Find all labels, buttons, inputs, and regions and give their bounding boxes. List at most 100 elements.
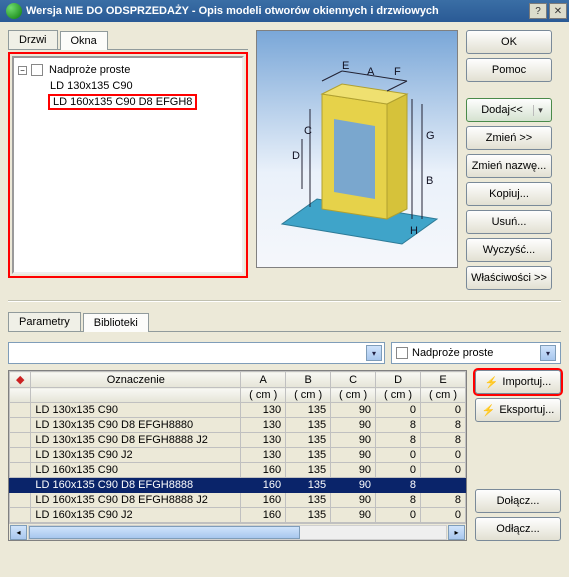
kopiuj-button[interactable]: Kopiuj... <box>466 182 552 206</box>
checkbox[interactable] <box>31 64 43 76</box>
cell-b: 135 <box>286 478 331 493</box>
filter-label: Nadproże proste <box>412 347 536 359</box>
lightning-icon: ⚡ <box>482 404 496 417</box>
grid-header-c[interactable]: C <box>331 372 376 388</box>
grid-header-oznaczenie[interactable]: Oznaczenie <box>31 372 241 388</box>
tab-parametry[interactable]: Parametry <box>8 312 81 331</box>
cell-oznaczenie: LD 160x135 C90 D8 EFGH8888 <box>31 478 241 493</box>
grid-units-row: ( cm ) ( cm ) ( cm ) ( cm ) ( cm ) <box>10 388 466 403</box>
cell-d: 8 <box>376 478 421 493</box>
cell-d: 0 <box>376 403 421 418</box>
svg-text:B: B <box>426 175 433 187</box>
cell-c: 90 <box>331 478 376 493</box>
scroll-right-icon[interactable]: ▸ <box>448 525 465 540</box>
cell-oznaczenie: LD 160x135 C90 D8 EFGH8888 J2 <box>31 493 241 508</box>
tab-drzwi[interactable]: Drzwi <box>8 30 58 49</box>
cell-b: 135 <box>286 508 331 523</box>
wlasciwosci-button[interactable]: Właściwości >> <box>466 266 552 290</box>
table-row[interactable]: LD 160x135 C901601359000 <box>10 463 466 478</box>
svg-text:A: A <box>367 66 375 78</box>
tree[interactable]: − Nadproże proste LD 130x135 C90 LD 160x… <box>12 56 244 274</box>
tree-item[interactable]: LD 130x135 C90 <box>18 78 238 94</box>
eksportuj-button[interactable]: ⚡ Eksportuj... <box>475 398 561 422</box>
cell-c: 90 <box>331 433 376 448</box>
cell-oznaczenie: LD 130x135 C90 J2 <box>31 448 241 463</box>
zmien-button[interactable]: Zmień >> <box>466 126 552 150</box>
chevron-down-icon[interactable]: ▾ <box>540 345 556 361</box>
cell-a: 160 <box>241 493 286 508</box>
table-row[interactable]: LD 130x135 C901301359000 <box>10 403 466 418</box>
checkbox[interactable] <box>396 347 408 359</box>
cell-e <box>421 478 466 493</box>
horizontal-scrollbar[interactable]: ◂ ▸ <box>9 523 466 540</box>
cell-e: 8 <box>421 418 466 433</box>
grid-header-d[interactable]: D <box>376 372 421 388</box>
chevron-down-icon[interactable]: ▾ <box>366 345 382 361</box>
zmien-nazwe-button[interactable]: Zmień nazwę... <box>466 154 552 178</box>
cell-b: 135 <box>286 463 331 478</box>
grid-header-b[interactable]: B <box>286 372 331 388</box>
lightning-icon: ⚡ <box>485 376 499 389</box>
close-button[interactable]: ✕ <box>549 3 567 19</box>
ok-button[interactable]: OK <box>466 30 552 54</box>
dodaj-label: Dodaj<< <box>471 104 533 116</box>
eksportuj-label: Eksportuj... <box>499 404 554 416</box>
dodaj-button[interactable]: Dodaj<< ▾ <box>466 98 552 122</box>
table-row[interactable]: LD 160x135 C90 J21601359000 <box>10 508 466 523</box>
table-row[interactable]: LD 130x135 C90 D8 EFGH88801301359088 <box>10 418 466 433</box>
chevron-down-icon[interactable]: ▾ <box>533 105 547 116</box>
cell-a: 130 <box>241 433 286 448</box>
app-icon <box>6 3 22 19</box>
side-button-column: ⚡ Importuj... ⚡ Eksportuj... Dołącz... O… <box>475 370 561 541</box>
grid-header-e[interactable]: E <box>421 372 466 388</box>
scroll-track[interactable] <box>28 525 447 540</box>
grid-header-a[interactable]: A <box>241 372 286 388</box>
svg-text:F: F <box>394 66 401 78</box>
cell-d: 8 <box>376 493 421 508</box>
bottom-tabs: Parametry Biblioteki <box>8 312 561 332</box>
help-button[interactable]: ? <box>529 3 547 19</box>
filter-dropdown[interactable]: Nadproże proste ▾ <box>391 342 561 364</box>
search-input[interactable]: ▾ <box>8 342 385 364</box>
cell-c: 90 <box>331 463 376 478</box>
cell-e: 0 <box>421 463 466 478</box>
collapse-icon[interactable]: − <box>18 66 27 75</box>
table-row[interactable]: LD 160x135 C90 D8 EFGH8888160135908 <box>10 478 466 493</box>
wyczysc-button[interactable]: Wyczyść... <box>466 238 552 262</box>
tab-biblioteki[interactable]: Biblioteki <box>83 313 149 332</box>
pomoc-button[interactable]: Pomoc <box>466 58 552 82</box>
table-row[interactable]: LD 130x135 C90 D8 EFGH8888 J21301359088 <box>10 433 466 448</box>
tree-item[interactable]: LD 160x135 C90 D8 EFGH8 <box>18 94 238 110</box>
cell-a: 130 <box>241 448 286 463</box>
cell-d: 0 <box>376 508 421 523</box>
tab-okna[interactable]: Okna <box>60 31 108 50</box>
right-button-column: OK Pomoc Dodaj<< ▾ Zmień >> Zmień nazwę.… <box>466 30 552 290</box>
tree-root-label: Nadproże proste <box>47 64 132 76</box>
cell-oznaczenie: LD 130x135 C90 <box>31 403 241 418</box>
cell-oznaczenie: LD 160x135 C90 J2 <box>31 508 241 523</box>
odlacz-button[interactable]: Odłącz... <box>475 517 561 541</box>
importuj-label: Importuj... <box>502 376 551 388</box>
importuj-button[interactable]: ⚡ Importuj... <box>475 370 561 394</box>
cell-e: 0 <box>421 508 466 523</box>
table-row[interactable]: LD 160x135 C90 D8 EFGH8888 J21601359088 <box>10 493 466 508</box>
tree-highlight: − Nadproże proste LD 130x135 C90 LD 160x… <box>8 52 248 278</box>
preview-pane: EAF GBH DC <box>256 30 458 268</box>
svg-text:C: C <box>304 125 312 137</box>
grid-header-marker[interactable]: ◆ <box>10 372 31 388</box>
data-grid[interactable]: ◆ Oznaczenie A B C D E ( cm ) ( cm ) ( c… <box>8 370 467 541</box>
cell-c: 90 <box>331 418 376 433</box>
scroll-left-icon[interactable]: ◂ <box>10 525 27 540</box>
usun-button[interactable]: Usuń... <box>466 210 552 234</box>
tree-node-root[interactable]: − Nadproże proste <box>18 62 238 78</box>
svg-text:G: G <box>426 130 435 142</box>
cell-oznaczenie: LD 130x135 C90 D8 EFGH8888 J2 <box>31 433 241 448</box>
cell-c: 90 <box>331 493 376 508</box>
scroll-thumb[interactable] <box>29 526 300 539</box>
table-row[interactable]: LD 130x135 C90 J21301359000 <box>10 448 466 463</box>
cell-b: 135 <box>286 433 331 448</box>
window-title: Wersja NIE DO ODSPRZEDAŻY - Opis modeli … <box>26 5 527 17</box>
dolacz-button[interactable]: Dołącz... <box>475 489 561 513</box>
cell-a: 160 <box>241 478 286 493</box>
titlebar: Wersja NIE DO ODSPRZEDAŻY - Opis modeli … <box>0 0 569 22</box>
